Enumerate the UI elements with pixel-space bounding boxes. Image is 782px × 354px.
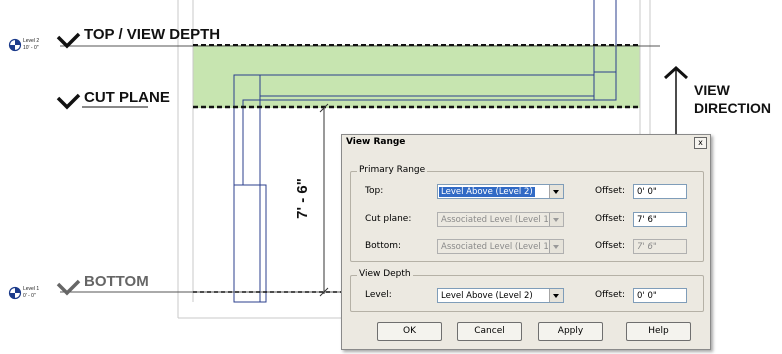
bottom-label: BOTTOM: [84, 273, 149, 290]
view-direction-arrow-icon: [663, 65, 689, 134]
cut-plane-field-label: Cut plane:: [365, 214, 412, 224]
view-range-dialog: View Range x Primary Range Top: Level Ab…: [341, 134, 711, 350]
level-label: Level:: [365, 290, 392, 300]
view-direction-label-1: VIEW: [694, 82, 730, 98]
view-depth-level-select[interactable]: Level Above (Level 2): [437, 288, 564, 303]
level1-name: Level 1: [23, 286, 40, 292]
chevron-down-icon[interactable]: [549, 185, 563, 198]
cut-plane-select-value: Associated Level (Level 1): [441, 215, 553, 225]
cut-offset-input[interactable]: 7' 6": [633, 212, 687, 227]
top-offset-label: Offset:: [595, 186, 626, 196]
bottom-offset-label: Offset:: [595, 241, 626, 251]
bottom-select-value: Associated Level (Level 1): [441, 242, 553, 252]
view-depth-level-value: Level Above (Level 2): [441, 291, 533, 301]
bottom-offset-input[interactable]: 7' 6": [633, 239, 687, 254]
cancel-button[interactable]: Cancel: [457, 322, 522, 341]
view-depth-legend: View Depth: [357, 269, 413, 279]
top-view-depth-label: TOP / VIEW DEPTH: [84, 26, 221, 43]
dimension-label: 7' - 6": [293, 178, 311, 219]
top-offset-input[interactable]: 0' 0": [633, 184, 687, 199]
cut-offset-label: Offset:: [595, 214, 626, 224]
level1-elevation: 0' - 0": [23, 293, 36, 299]
top-label: Top:: [365, 186, 384, 196]
level2-elevation: 10' - 0": [23, 45, 39, 51]
apply-button[interactable]: Apply: [538, 322, 603, 341]
chevron-down-icon[interactable]: [549, 213, 563, 226]
help-button[interactable]: Help: [626, 322, 691, 341]
level2-marker-icon: [8, 38, 22, 52]
dialog-title: View Range: [346, 137, 406, 147]
view-direction-label-2: DIRECTION: [694, 100, 771, 116]
top-select[interactable]: Level Above (Level 2): [437, 184, 564, 199]
bottom-check-icon: [56, 279, 81, 296]
cut-plane-select[interactable]: Associated Level (Level 1): [437, 212, 564, 227]
cut-plane-label: CUT PLANE: [84, 89, 170, 106]
level1-marker-icon: [8, 286, 22, 300]
bottom-field-label: Bottom:: [365, 241, 402, 251]
primary-range-legend: Primary Range: [357, 165, 428, 175]
bottom-select[interactable]: Associated Level (Level 1): [437, 239, 564, 254]
cut-check-icon: [56, 93, 81, 110]
dialog-titlebar[interactable]: View Range x: [342, 135, 710, 150]
level2-name: Level 2: [23, 38, 40, 44]
top-check-icon: [56, 32, 81, 49]
view-depth-offset-input[interactable]: 0' 0": [633, 288, 687, 303]
chevron-down-icon[interactable]: [549, 240, 563, 253]
ok-button[interactable]: OK: [377, 322, 442, 341]
close-icon[interactable]: x: [694, 137, 707, 149]
view-depth-offset-label: Offset:: [595, 290, 626, 300]
chevron-down-icon[interactable]: [549, 289, 563, 302]
top-select-value: Level Above (Level 2): [439, 187, 535, 197]
